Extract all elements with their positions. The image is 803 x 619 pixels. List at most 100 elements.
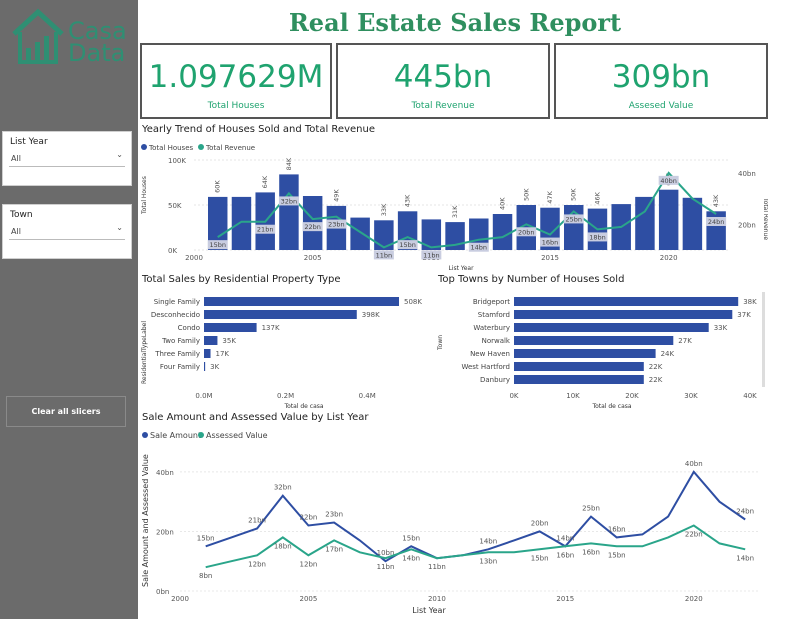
line-data-label: 20bn (518, 228, 535, 236)
y-tick-label: 0bn (156, 588, 169, 596)
bar (492, 214, 513, 250)
line-data-label: 8bn (199, 572, 212, 580)
category-label: Single Family (154, 298, 200, 306)
line-data-label: 20bn (531, 519, 549, 527)
bar (514, 297, 739, 306)
bar-data-label: 40K (499, 197, 507, 210)
divider (9, 166, 125, 167)
x-tick-label: 2005 (300, 595, 318, 603)
slicer-list-year[interactable]: List Year All ⌄ (2, 131, 132, 186)
line-data-label: 14bn (736, 554, 754, 562)
x-tick-label: 10K (566, 392, 580, 400)
bar (231, 196, 252, 250)
bar-data-label: 84K (285, 157, 293, 170)
bar-data-label: 33K (714, 324, 728, 332)
x-tick-label: 0.2M (277, 392, 294, 400)
slicer-value[interactable]: All (11, 227, 21, 236)
bar-data-label: 35K (222, 337, 236, 345)
top-towns-chart: Bridgeport 38K Stamford 37K Waterbury 33K Norw… (437, 292, 765, 410)
chevron-down-icon[interactable]: ⌄ (116, 223, 123, 232)
category-label: Two Family (161, 337, 200, 345)
legend-marker (198, 144, 204, 150)
x-axis-title: Total de casa (591, 403, 631, 410)
line-data-label: 16bn (582, 548, 600, 556)
line-data-label: 32bn (281, 197, 298, 205)
x-axis-title: List Year (448, 265, 474, 272)
clear-slicers-button[interactable]: Clear all slicers (6, 396, 126, 427)
slicer-label: List Year (10, 137, 48, 147)
line-data-label: 23bn (328, 221, 345, 229)
line-data-label: 16bn (608, 525, 626, 533)
sidebar: Casa Data List Year All ⌄ Town All ⌄ Cle… (0, 0, 138, 619)
yearly-trend-chart: Total Houses Total Revenue 0K 50K 100K 20bn 40… (141, 144, 768, 272)
kpi-value: 309bn (611, 59, 711, 95)
legend-marker (198, 432, 204, 438)
x-tick-label: 40K (743, 392, 757, 400)
line-data-label: 22bn (304, 223, 321, 231)
line-data-label: 21bn (257, 226, 274, 234)
x-tick-label: 2015 (556, 595, 574, 603)
bar (514, 310, 733, 319)
bar-data-label: 47K (546, 190, 554, 203)
x-tick-label: 2000 (185, 254, 203, 262)
bar (204, 362, 206, 371)
x-tick-label: 0.0M (195, 392, 212, 400)
bar (514, 336, 674, 345)
bar-data-label: 33K (380, 203, 388, 216)
bar (204, 323, 257, 332)
bar (204, 336, 218, 345)
line-data-label: 14bn (471, 244, 488, 252)
line-data-label: 22bn (300, 513, 318, 521)
chevron-down-icon[interactable]: ⌄ (116, 150, 123, 159)
bar (204, 297, 399, 306)
y2-tick-label: 20bn (738, 221, 756, 229)
line-data-label: 18bn (589, 233, 606, 241)
page-title: Real Estate Sales Report (288, 8, 622, 37)
x-tick-label: 2020 (660, 254, 678, 262)
bar-data-label: 508K (404, 298, 422, 306)
y-axis-title: Sale Amount and Assessed Value (141, 454, 150, 587)
line-data-label: 15bn (399, 241, 416, 249)
bar-data-label: 50K (522, 188, 530, 201)
kpi-value: 1.097629M (148, 59, 324, 95)
slicer-town[interactable]: Town All ⌄ (2, 204, 132, 259)
line-data-label: 16bn (556, 551, 574, 559)
x-tick-label: 0.4M (359, 392, 376, 400)
x-tick-label: 20K (625, 392, 639, 400)
slicer-label: Town (10, 210, 33, 220)
kpi-label: Total Houses (207, 101, 265, 111)
slicer-value[interactable]: All (11, 154, 21, 163)
logo-text-data: Data (68, 39, 126, 67)
bar-data-label: 22K (649, 363, 663, 371)
chart-title-residential: Total Sales by Residential Property Type (142, 274, 341, 285)
line-data-label: 15bn (608, 551, 626, 559)
category-label: Condo (178, 324, 200, 332)
legend-label: Total Houses (148, 144, 194, 152)
y-tick-label: 40bn (156, 469, 174, 477)
x-tick-label: 2015 (541, 254, 559, 262)
y2-tick-label: 40bn (738, 170, 756, 178)
bar-data-label: 43K (404, 194, 412, 207)
y-tick-label: 100K (168, 157, 186, 165)
bar (514, 362, 644, 371)
bar (204, 310, 357, 319)
x-tick-label: 2010 (428, 595, 446, 603)
line-data-label: 12bn (248, 560, 266, 568)
line-data-label: 25bn (582, 505, 600, 513)
line-data-label: 21bn (248, 516, 266, 524)
bar-data-label: 137K (262, 324, 280, 332)
category-label: Four Family (160, 363, 200, 371)
legend-label: Total Revenue (205, 144, 255, 152)
line-data-label: 24bn (708, 218, 725, 226)
bar (514, 349, 656, 358)
line-data-label: 11bn (377, 563, 395, 571)
legend-marker (142, 432, 148, 438)
kpi-assessed-value: 309bn Assesed Value (554, 43, 768, 119)
x-tick-label: 2000 (171, 595, 189, 603)
line-data-label: 14bn (556, 534, 574, 542)
line-data-label: 12bn (300, 560, 318, 568)
bar (374, 220, 394, 250)
line-data-label: 40bn (660, 177, 677, 185)
legend-label: Sale Amount (150, 431, 201, 440)
chart-title-yearly-trend: Yearly Trend of Houses Sold and Total Re… (142, 124, 375, 135)
